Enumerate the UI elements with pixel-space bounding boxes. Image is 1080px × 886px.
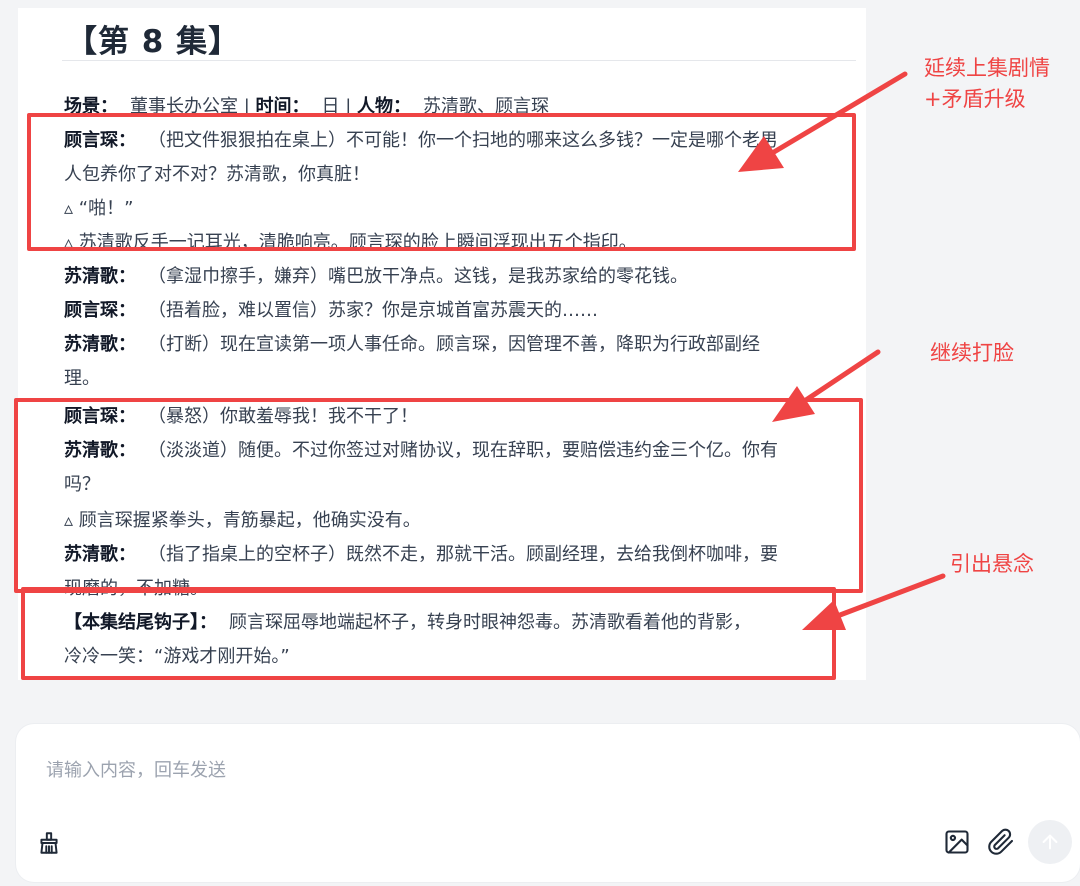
broom-icon: [40, 832, 58, 854]
upload-image-button[interactable]: [940, 825, 974, 859]
image-icon: [945, 830, 969, 854]
annotation-continue-plot: 延续上集剧情 +矛盾升级: [924, 56, 1050, 111]
arrow-up-icon: [1042, 834, 1058, 850]
chat-composer: [16, 724, 1080, 882]
clear-button[interactable]: [34, 828, 64, 858]
arrowhead-2: [772, 386, 815, 422]
arrow-line-3: [837, 573, 946, 618]
arrow-line-2: [803, 349, 881, 403]
paperclip-icon: [988, 828, 1014, 855]
arrowhead-1: [738, 136, 784, 172]
message-input[interactable]: [46, 750, 1026, 790]
arrowhead-3: [802, 600, 846, 630]
arrow-line-1: [771, 71, 908, 155]
annotation-face-slap: 继续打脸: [930, 341, 1014, 365]
send-button[interactable]: [1028, 820, 1072, 864]
attach-file-button[interactable]: [984, 825, 1018, 859]
annotation-suspense: 引出悬念: [950, 552, 1034, 576]
